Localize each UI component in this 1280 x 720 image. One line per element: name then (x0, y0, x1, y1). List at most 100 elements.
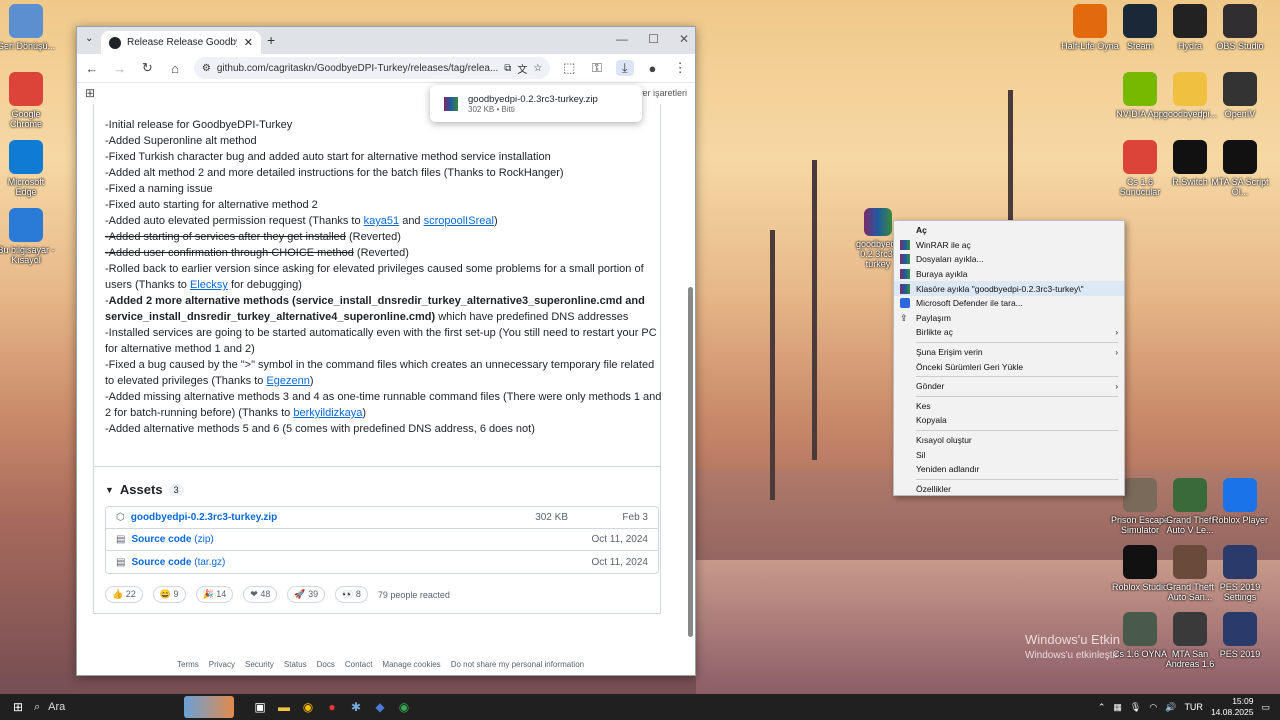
reload-icon[interactable]: ↻ (138, 60, 156, 76)
reaction-button[interactable]: 😄 9 (152, 586, 186, 603)
file-explorer-icon[interactable]: ▬ (272, 695, 296, 719)
footer-link[interactable]: Terms (177, 660, 199, 669)
menu-item-label: Buraya ayıkla (916, 269, 968, 280)
close-tab-icon[interactable]: ✕ (244, 36, 253, 49)
context-menu-item[interactable]: Önceki Sürümleri Geri Yükle (894, 359, 1124, 374)
asset-link[interactable]: Source code (zip) (131, 534, 213, 545)
forward-icon[interactable]: → (111, 61, 129, 76)
context-menu-item[interactable]: Kısayol oluştur (894, 433, 1124, 448)
new-tab-icon[interactable]: + (267, 32, 275, 48)
back-icon[interactable]: ← (83, 61, 101, 76)
speaker-icon[interactable]: 🔊 (1165, 702, 1176, 713)
maximize-icon[interactable]: ☐ (648, 32, 659, 46)
start-windows-icon[interactable]: ⊞ (6, 695, 30, 719)
tray-app-icon[interactable]: ▦ (1113, 702, 1122, 713)
assets-header[interactable]: ▼ Assets 3 (105, 482, 184, 497)
install-app-icon[interactable]: ⧉ (504, 63, 511, 74)
footer-link[interactable]: Do not share my personal information (451, 660, 584, 669)
menu-kebab-icon[interactable]: ⋮ (671, 60, 689, 76)
network-app-icon[interactable]: ✱ (344, 695, 368, 719)
winrar-icon (900, 239, 910, 250)
context-menu-item[interactable]: Kes (894, 399, 1124, 414)
desktop-shortcut[interactable]: OBS Studio (1210, 4, 1270, 51)
apps-grid-icon[interactable]: ⊞ (85, 86, 95, 100)
user-link[interactable]: Elecksy (190, 279, 228, 291)
desktop-shortcut[interactable]: PES 2019 (1210, 612, 1270, 659)
context-menu-item[interactable]: Yeniden adlandır (894, 462, 1124, 477)
system-tray: ⌃ ▦ 🎙 ◠ 🔊 TUR 15:09 14.08.2025 ▭ (1098, 696, 1280, 718)
tab-release[interactable]: Release Release GoodbyeDPI-T... ✕ (101, 31, 261, 54)
asset-link[interactable]: goodbyedpi-0.2.3rc3-turkey.zip (131, 512, 278, 523)
task-view-icon[interactable]: ▣ (248, 695, 272, 719)
desktop-shortcut[interactable]: Roblox Player (1210, 478, 1270, 525)
desktop-shortcut[interactable]: Google Chrome (0, 72, 56, 129)
taskbar-search[interactable]: ⌕ Ara (34, 701, 184, 714)
footer-link[interactable]: Privacy (209, 660, 235, 669)
download-icon[interactable]: ⤓ (615, 60, 634, 76)
footer-link[interactable]: Security (245, 660, 274, 669)
password-key-icon[interactable]: ⚿ (588, 60, 606, 76)
context-menu: Aç WinRAR ile aç Dosyaları ayıkla... Buraya… (893, 220, 1125, 496)
reaction-button[interactable]: 🎉 14 (195, 586, 234, 603)
user-link[interactable]: scropoolISreal (424, 215, 494, 227)
desktop-shortcut[interactable]: Microsoft Edge (0, 140, 56, 197)
desktop-shortcut[interactable]: Bu bilgisayar - Kısayol (0, 208, 56, 265)
context-menu-item[interactable]: Gönder › (894, 379, 1124, 394)
wifi-icon[interactable]: ◠ (1149, 702, 1157, 713)
footer-link[interactable]: Docs (317, 660, 335, 669)
reaction-button[interactable]: 👍 22 (105, 586, 143, 603)
context-menu-item[interactable]: WinRAR ile aç (894, 238, 1124, 253)
context-menu-item[interactable]: Sil (894, 447, 1124, 462)
reaction-button[interactable]: 👀 8 (335, 586, 368, 603)
user-link[interactable]: berkyildizkaya (293, 407, 362, 419)
desktop-shortcut[interactable]: Geri Dönüşü... (0, 4, 56, 51)
home-icon[interactable]: ⌂ (166, 61, 184, 76)
vpn-app-icon[interactable]: ◆ (368, 695, 392, 719)
context-menu-item[interactable]: Klasöre ayıkla "goodbyedpi-0.2.3rc3-turk… (894, 281, 1124, 296)
context-menu-item[interactable]: Birlikte aç › (894, 325, 1124, 340)
context-menu-item[interactable]: Kopyala (894, 413, 1124, 428)
widget-weather-icon[interactable] (184, 696, 234, 718)
user-link[interactable]: kaya51 (364, 215, 399, 227)
tab-search-icon[interactable]: ⌄ (85, 33, 93, 44)
site-info-icon[interactable]: ⚙ (202, 63, 211, 74)
context-menu-item[interactable]: Aç (894, 223, 1124, 238)
user-link[interactable]: Egezenn (266, 375, 309, 387)
bookmark-star-icon[interactable]: ☆ (533, 63, 542, 74)
notifications-icon[interactable]: ▭ (1261, 702, 1270, 713)
context-menu-item[interactable]: Buraya ayıkla (894, 267, 1124, 282)
context-menu-item[interactable]: Microsoft Defender ile tara... (894, 296, 1124, 311)
footer-link[interactable]: Status (284, 660, 307, 669)
download-bubble[interactable]: goodbyedpi-0.2.3rc3-turkey.zip 302 KB • … (430, 85, 642, 122)
clock[interactable]: 15:09 14.08.2025 (1211, 696, 1254, 718)
desktop-shortcut[interactable]: OpenIV (1210, 72, 1270, 119)
release-note: -Added missing alternative methods 3 and… (105, 391, 662, 419)
profile-avatar[interactable]: ● (644, 61, 662, 76)
extensions-icon[interactable]: ⬚ (560, 60, 578, 76)
minimize-icon[interactable]: — (616, 32, 628, 46)
chrome-profile-icon[interactable]: ◉ (392, 695, 416, 719)
rockstar-icon (1223, 140, 1257, 174)
translate-icon[interactable]: 文 (517, 61, 527, 76)
language-indicator[interactable]: TUR (1184, 702, 1203, 712)
chrome-icon[interactable]: ◉ (296, 695, 320, 719)
asset-link[interactable]: Source code (tar.gz) (131, 557, 225, 568)
reaction-button[interactable]: 🚀 39 (287, 586, 326, 603)
chrome-icon (1123, 140, 1157, 174)
scrollbar-thumb[interactable] (688, 287, 693, 637)
microphone-icon[interactable]: 🎙 (1130, 702, 1141, 713)
context-menu-item[interactable]: Özellikler (894, 482, 1124, 497)
desktop-shortcut[interactable]: MTA SA Script Ol... (1210, 140, 1270, 197)
context-menu-item[interactable]: Dosyaları ayıkla... (894, 252, 1124, 267)
chevron-up-icon[interactable]: ⌃ (1098, 702, 1106, 713)
context-menu-item[interactable]: ⇪ Paylaşım (894, 311, 1124, 326)
footer-link[interactable]: Contact (345, 660, 373, 669)
desktop-shortcut[interactable]: PES 2019 Settings (1210, 545, 1270, 602)
footer-link[interactable]: Manage cookies (382, 660, 440, 669)
context-menu-item[interactable]: Şuna Erişim verin › (894, 345, 1124, 360)
close-window-icon[interactable]: ✕ (679, 32, 689, 46)
address-bar[interactable]: ⚙ github.com/cagritaskn/GoodbyeDPI-Turke… (193, 57, 551, 79)
app-icon[interactable]: ● (320, 695, 344, 719)
reaction-button[interactable]: ❤ 48 (243, 586, 278, 603)
release-note: -Added user confirmation through CHOICE … (105, 247, 409, 259)
